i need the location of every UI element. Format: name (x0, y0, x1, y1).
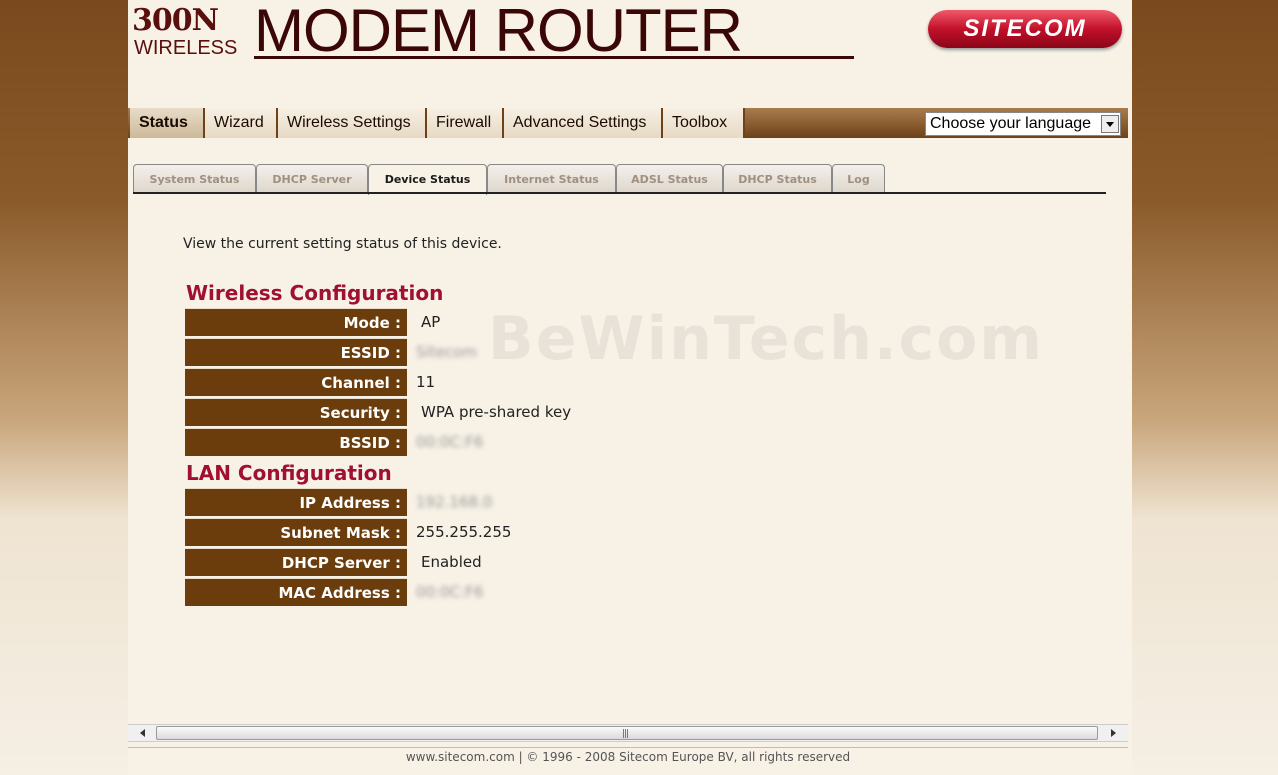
row-essid: ESSID : Sitecom (185, 338, 685, 366)
page-frame: 300N WIRELESS MODEM ROUTER SITECOM Statu… (128, 0, 1132, 775)
row-ip-address: IP Address : 192.168.0 (185, 488, 685, 516)
chevron-down-icon[interactable] (1101, 115, 1119, 133)
row-mac-address: MAC Address : 00:0C:F6 (185, 578, 685, 606)
row-subnet-mask: Subnet Mask : 255.255.255 (185, 518, 685, 546)
tabs-divider (133, 192, 1106, 194)
row-channel: Channel : 11 (185, 368, 685, 396)
logo-300n: 300N (132, 3, 219, 38)
tab-dhcp-server[interactable]: DHCP Server (256, 164, 368, 193)
nav-advanced-settings[interactable]: Advanced Settings (504, 108, 663, 138)
nav-wizard[interactable]: Wizard (205, 108, 278, 138)
bssid-value: 00:0C:F6 (416, 433, 484, 451)
logo-wireless: WIRELESS (134, 37, 238, 59)
bssid-label: BSSID : (185, 428, 407, 456)
scroll-right-icon[interactable] (1104, 725, 1122, 741)
grip-icon: ||| (622, 729, 629, 739)
scroll-thumb[interactable]: ||| (156, 726, 1098, 740)
subnet-mask-value: 255.255.255 (416, 523, 512, 541)
tab-dhcp-status[interactable]: DHCP Status (723, 164, 832, 193)
row-bssid: BSSID : 00:0C:F6 (185, 428, 685, 456)
intro-text: View the current setting status of this … (183, 236, 502, 252)
horizontal-scrollbar[interactable]: ||| (128, 724, 1128, 742)
tab-system-status[interactable]: System Status (133, 164, 256, 193)
subnet-mask-label: Subnet Mask : (185, 518, 407, 546)
sitecom-logo[interactable]: SITECOM (928, 10, 1122, 48)
lan-config-title: LAN Configuration (186, 461, 392, 485)
row-dhcp-server: DHCP Server : Enabled (185, 548, 685, 576)
essid-value: Sitecom (416, 343, 477, 361)
ip-address-value: 192.168.0 (416, 493, 493, 511)
mode-label: Mode : (185, 308, 407, 336)
channel-label: Channel : (185, 368, 407, 396)
mac-address-value: 00:0C:F6 (416, 583, 484, 601)
wireless-config-title: Wireless Configuration (186, 281, 444, 305)
row-security: Security : WPA pre-shared key (185, 398, 685, 426)
tab-log[interactable]: Log (832, 164, 885, 193)
security-value: WPA pre-shared key (421, 403, 572, 421)
product-title: MODEM ROUTER (254, 0, 743, 64)
tab-internet-status[interactable]: Internet Status (487, 164, 616, 193)
channel-value: 11 (416, 373, 436, 391)
mac-address-label: MAC Address : (185, 578, 407, 606)
title-underline (254, 56, 854, 59)
footer-divider (128, 747, 1128, 748)
footer-copyright: www.sitecom.com | © 1996 - 2008 Sitecom … (405, 750, 851, 764)
security-label: Security : (185, 398, 407, 426)
ip-address-label: IP Address : (185, 488, 407, 516)
tab-adsl-status[interactable]: ADSL Status (616, 164, 723, 193)
essid-label: ESSID : (185, 338, 407, 366)
nav-firewall[interactable]: Firewall (427, 108, 504, 138)
nav-wireless-settings[interactable]: Wireless Settings (278, 108, 427, 138)
dhcp-server-value: Enabled (421, 553, 482, 571)
language-select-label: Choose your language (930, 115, 1092, 132)
language-select[interactable]: Choose your language (925, 112, 1121, 136)
dhcp-server-label: DHCP Server : (185, 548, 407, 576)
scroll-left-icon[interactable] (134, 725, 152, 741)
nav-status[interactable]: Status (130, 108, 205, 138)
mode-value: AP (421, 313, 441, 331)
nav-toolbox[interactable]: Toolbox (663, 108, 745, 138)
tab-device-status[interactable]: Device Status (368, 164, 487, 195)
row-mode: Mode : AP (185, 308, 685, 336)
